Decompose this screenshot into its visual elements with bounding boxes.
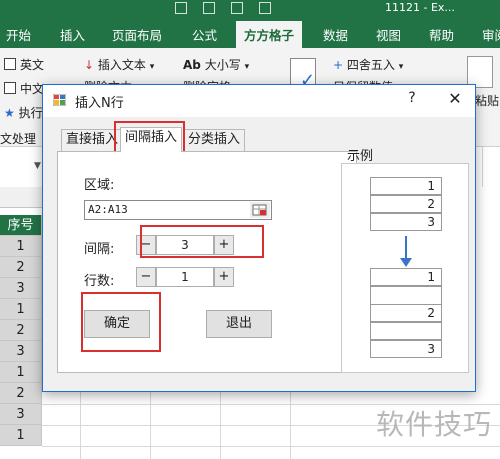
range-input[interactable]: A2:A13 <box>84 200 272 220</box>
tab-insert[interactable]: 插入 <box>60 25 85 44</box>
redo-icon[interactable] <box>231 2 243 14</box>
tab-page-layout[interactable]: 页面布局 <box>112 25 162 44</box>
ribbon-tabs: 开始 插入 页面布局 公式 方方格子 数据 视图 帮助 审阅 <box>0 18 500 48</box>
english-checkbox[interactable]: 英文 <box>4 56 44 73</box>
table-row[interactable]: 3 <box>0 278 42 299</box>
execute-button[interactable]: ★ 执行 <box>4 104 43 121</box>
range-label: 区域: <box>84 178 115 193</box>
table-row[interactable]: 3 <box>0 404 42 425</box>
tab-view[interactable]: 视图 <box>376 25 401 44</box>
rows-increase-button[interactable]: + <box>214 267 234 287</box>
tab-direct-insert[interactable]: 直接插入 <box>61 129 124 151</box>
help-button[interactable]: ? <box>402 90 422 106</box>
insert-text-button[interactable]: ↓ 插入文本 ▾ <box>84 56 154 73</box>
range-picker-icon[interactable] <box>250 202 270 218</box>
tab-formulas[interactable]: 公式 <box>192 25 217 44</box>
tab-data[interactable]: 数据 <box>323 25 348 44</box>
table-row[interactable]: 2 <box>0 257 42 278</box>
rows-value[interactable]: 1 <box>156 267 214 287</box>
tab-help[interactable]: 帮助 <box>429 25 454 44</box>
namebox-dropdown-icon[interactable]: ▼ <box>34 161 41 171</box>
example-after-row: 2 <box>370 304 442 322</box>
table-row[interactable]: 2 <box>0 383 42 404</box>
round-button[interactable]: + 四舍五入 ▾ <box>333 56 403 73</box>
example-after-row <box>370 322 442 340</box>
group-label-text-processing: 文处理 <box>0 132 37 146</box>
column-header-cell[interactable]: 序号 <box>0 215 42 236</box>
rows-decrease-button[interactable]: − <box>136 267 156 287</box>
table-row[interactable]: 1 <box>0 236 42 257</box>
table-row[interactable]: 1 <box>0 425 42 446</box>
tab-fangfang[interactable]: 方方格子 <box>236 21 303 48</box>
close-button[interactable]: ✕ <box>443 89 467 108</box>
tab-review[interactable]: 审阅 <box>482 25 500 44</box>
paste-label: 粘贴 <box>475 94 500 108</box>
interval-increase-button[interactable]: + <box>214 235 234 255</box>
example-before-row: 1 <box>370 177 442 195</box>
table-row[interactable]: 1 <box>0 299 42 320</box>
tab-category-insert[interactable]: 分类插入 <box>183 129 246 151</box>
quick-access-icon[interactable] <box>259 2 271 14</box>
tab-interval-insert[interactable]: 间隔插入 <box>120 127 183 152</box>
save-icon[interactable] <box>175 2 187 14</box>
dialog-title: 插入N行 <box>75 96 124 111</box>
rows-label: 行数: <box>84 274 115 289</box>
example-after-row: 3 <box>370 340 442 358</box>
example-after-row: 1 <box>370 268 442 286</box>
row-header-corner <box>0 187 43 208</box>
arrow-down-icon <box>400 236 412 267</box>
chinese-checkbox[interactable]: 中文 <box>4 80 44 97</box>
dialog-title-bar[interactable]: 插入N行 ? ✕ <box>43 85 475 117</box>
table-row[interactable]: 1 <box>0 362 42 383</box>
case-button[interactable]: Ab 大小写 ▾ <box>183 56 249 73</box>
example-before-row: 2 <box>370 195 442 213</box>
app-icon <box>53 94 66 106</box>
interval-label: 间隔: <box>84 242 115 257</box>
insert-n-rows-dialog: 插入N行 ? ✕ 直接插入 间隔插入 分类插入 区域: A2:A13 间隔: −… <box>42 84 476 392</box>
ok-button[interactable]: 确定 <box>84 310 150 338</box>
example-before-row: 3 <box>370 213 442 231</box>
exit-button[interactable]: 退出 <box>206 310 272 338</box>
tab-home[interactable]: 开始 <box>6 25 31 44</box>
excel-title-bar: 11121 - Ex... <box>0 0 500 18</box>
table-row[interactable]: 2 <box>0 320 42 341</box>
window-title: 11121 - Ex... <box>385 1 455 14</box>
table-row[interactable]: 3 <box>0 341 42 362</box>
watermark-text: 软件技巧 <box>375 408 492 441</box>
example-panel: 1 2 3 1 2 3 <box>341 163 469 373</box>
undo-icon[interactable] <box>203 2 215 14</box>
interval-insert-panel: 区域: A2:A13 间隔: − 3 + 行数: − 1 + 确定 退出 <box>57 151 357 373</box>
example-label: 示例 <box>347 149 374 164</box>
interval-decrease-button[interactable]: − <box>136 235 156 255</box>
interval-value[interactable]: 3 <box>156 235 214 255</box>
